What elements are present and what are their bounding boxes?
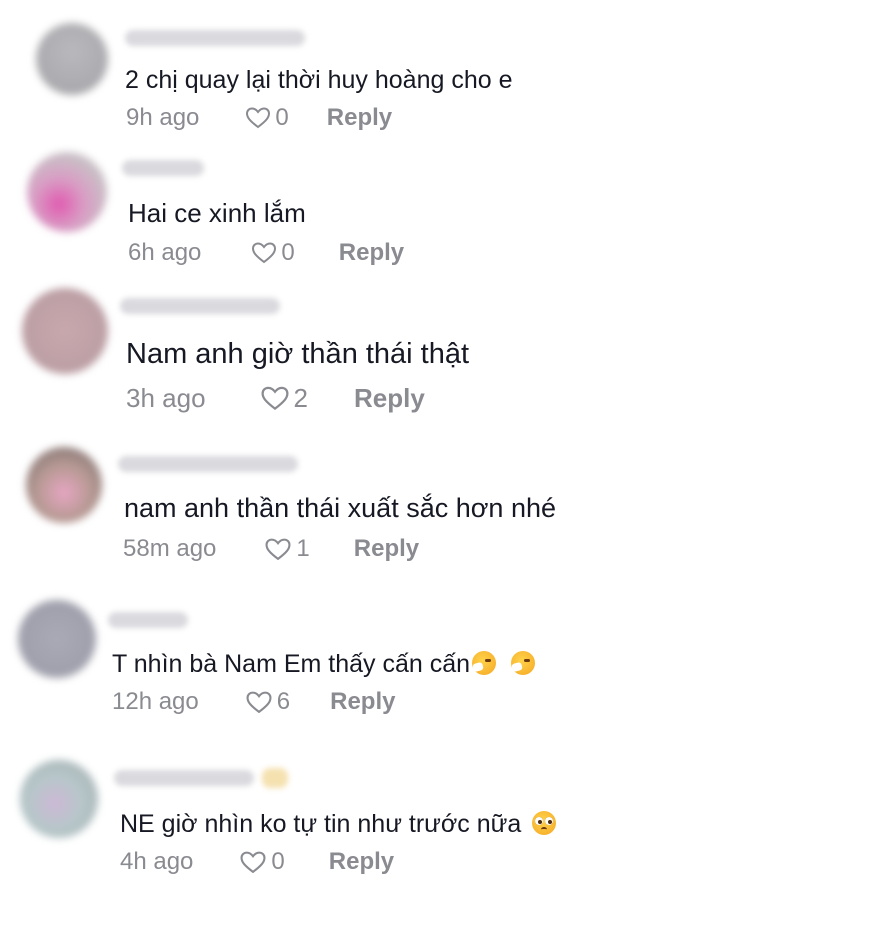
comment-text: nam anh thần thái xuất sắc hơn nhé xyxy=(124,493,556,523)
like-count: 2 xyxy=(293,383,308,413)
comment-meta: 3h ago 2 Reply xyxy=(126,383,425,414)
comment-time: 6h ago xyxy=(128,239,202,266)
heart-icon xyxy=(261,386,289,411)
username-badge-blurred xyxy=(262,768,288,788)
like-button[interactable]: 1 xyxy=(264,535,310,563)
comment-time: 12h ago xyxy=(112,688,199,715)
pleading-face-emoji xyxy=(532,811,557,835)
username-blurred[interactable] xyxy=(108,612,188,628)
comment-text-body: NE giờ nhìn ko tự tin như trước nữa xyxy=(120,810,522,838)
user-avatar[interactable] xyxy=(20,760,98,838)
heart-icon xyxy=(252,242,277,264)
reply-button[interactable]: Reply xyxy=(354,383,425,414)
like-count: 0 xyxy=(281,239,295,266)
reply-button[interactable]: Reply xyxy=(330,688,395,716)
comment-meta: 12h ago 6 Reply xyxy=(112,688,395,716)
heart-icon xyxy=(246,107,271,129)
comment-time: 4h ago xyxy=(120,848,194,875)
username-blurred[interactable] xyxy=(125,30,305,46)
user-avatar[interactable] xyxy=(26,447,102,523)
like-button[interactable]: 0 xyxy=(245,104,289,132)
like-count: 6 xyxy=(276,688,291,715)
heart-icon xyxy=(246,691,272,713)
username-blurred[interactable] xyxy=(118,456,298,472)
user-avatar[interactable] xyxy=(22,288,108,374)
comment-time: 3h ago xyxy=(126,383,206,413)
reply-button[interactable]: Reply xyxy=(329,848,394,876)
user-avatar[interactable] xyxy=(36,23,108,95)
user-avatar[interactable] xyxy=(18,600,96,678)
comment-text-body: T nhìn bà Nam Em thấy cấn cấn xyxy=(112,650,471,678)
comment-meta: 9h ago 0 Reply xyxy=(126,104,392,132)
like-count: 1 xyxy=(296,535,310,562)
username-blurred[interactable] xyxy=(122,160,204,176)
reply-button[interactable]: Reply xyxy=(339,239,404,267)
like-count: 0 xyxy=(275,104,289,131)
like-button[interactable]: 0 xyxy=(239,848,285,876)
like-button[interactable]: 2 xyxy=(260,383,308,414)
like-button[interactable]: 0 xyxy=(251,239,295,267)
heart-icon xyxy=(265,538,291,560)
comment-meta: 6h ago 0 Reply xyxy=(128,239,404,267)
user-avatar[interactable] xyxy=(27,152,107,232)
heart-icon xyxy=(240,851,266,873)
comment-text: Hai ce xinh lắm xyxy=(128,198,306,228)
comment-time: 58m ago xyxy=(123,535,217,562)
username-blurred[interactable] xyxy=(120,298,280,314)
reply-button[interactable]: Reply xyxy=(327,104,392,132)
comment-time: 9h ago xyxy=(126,104,200,131)
sneezing-face-emoji xyxy=(511,651,536,675)
like-count: 0 xyxy=(271,848,285,875)
like-button[interactable]: 6 xyxy=(245,688,290,716)
comment-meta: 58m ago 1 Reply xyxy=(123,535,419,563)
comment-meta: 4h ago 0 Reply xyxy=(120,848,394,876)
comment-text: 2 chị quay lại thời huy hoàng cho e xyxy=(125,66,513,94)
comment-text: NE giờ nhìn ko tự tin như trước nữa xyxy=(120,810,557,839)
comment-text: Nam anh giờ thần thái thật xyxy=(126,338,470,370)
username-blurred[interactable] xyxy=(114,770,254,786)
comment-text: T nhìn bà Nam Em thấy cấn cấn xyxy=(112,650,536,679)
reply-button[interactable]: Reply xyxy=(354,535,419,563)
sneezing-face-emoji xyxy=(472,651,497,675)
